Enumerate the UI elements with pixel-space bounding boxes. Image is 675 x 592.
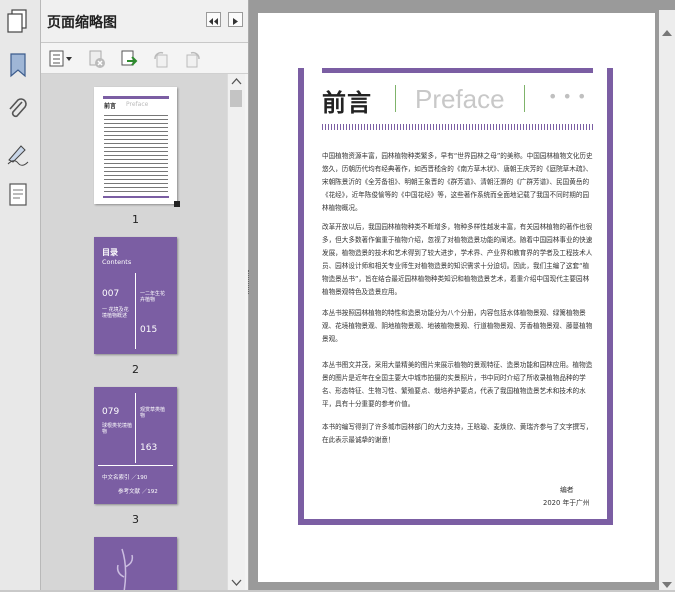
thumb2-item-2-text: 一二年生花卉植物 bbox=[140, 291, 166, 303]
insert-page-icon[interactable] bbox=[119, 49, 139, 69]
page-thumbnail-1[interactable]: 前言 Preface bbox=[94, 87, 180, 207]
preface-paragraph-5: 本书的编写得到了许多城市园林部门的大力支持，王晗璇、麦焕欣、黄瑞齐参与了文字撰写… bbox=[322, 423, 593, 445]
document-scrollbar[interactable] bbox=[659, 10, 675, 590]
thumb2-divider bbox=[135, 273, 136, 349]
signature-icon[interactable] bbox=[6, 140, 30, 166]
thumb1-top-bar bbox=[103, 96, 169, 99]
thumbnail-scroll-thumb[interactable] bbox=[230, 90, 242, 107]
thumb2-item-1-text: 一 花境及花境植物概述 bbox=[102, 307, 129, 319]
thumb3-divider bbox=[135, 393, 136, 463]
title-divider-1 bbox=[395, 85, 396, 112]
scroll-down-icon[interactable] bbox=[228, 576, 245, 588]
preface-date: 2020 年于广州 bbox=[543, 499, 590, 507]
thumb3-footer-2: 参考文献 ／192 bbox=[118, 489, 158, 495]
thumb1-bottom-bar bbox=[103, 196, 169, 198]
pages-icon[interactable] bbox=[6, 8, 30, 33]
bookmark-icon[interactable] bbox=[6, 52, 30, 78]
navigation-pane-bar bbox=[0, 0, 41, 590]
title-divider-2 bbox=[524, 85, 525, 112]
page-right-border bbox=[607, 68, 613, 525]
preface-paragraph-4: 本丛书图文并茂，采用大量精美的图片来展示植物的景观特征、造景功能和园林应用。植物… bbox=[322, 361, 593, 409]
thumb4-plant-illustration bbox=[116, 548, 134, 590]
page-thumbnail-3[interactable]: 079 球根类花境植物 观赏草类植物 163 中文名索引 ／190 参考文献 ／… bbox=[94, 387, 177, 504]
doc-title-en: Preface bbox=[415, 84, 505, 114]
expand-panel-icon[interactable] bbox=[228, 12, 243, 27]
thumbnail-label-2: 2 bbox=[132, 363, 139, 376]
thumb3-rule bbox=[98, 465, 173, 466]
options-menu-icon[interactable] bbox=[49, 49, 73, 69]
thumb1-text-lines bbox=[104, 113, 168, 193]
panel-header: 页面缩略图 bbox=[41, 0, 248, 43]
page-thumbnails-panel: 页面缩略图 前言 Preface 1 目录 Contents 007 一 花境及… bbox=[41, 0, 249, 590]
page-thumbnail-2[interactable]: 目录 Contents 007 一 花境及花境植物概述 一二年生花卉植物 015 bbox=[94, 237, 177, 354]
page-thumbnail-4[interactable] bbox=[94, 537, 177, 590]
page-left-border bbox=[298, 68, 304, 525]
thumb3-item-2-text: 观赏草类植物 bbox=[140, 407, 166, 419]
thumb3-item-2-num: 163 bbox=[140, 443, 158, 453]
thumb3-footer-1: 中文名索引 ／190 bbox=[102, 475, 148, 481]
scroll-up-icon[interactable] bbox=[228, 76, 245, 88]
thumbnail-list: 前言 Preface 1 目录 Contents 007 一 花境及花境植物概述… bbox=[41, 74, 229, 590]
attachment-icon[interactable] bbox=[6, 96, 30, 120]
page-bottom-bar bbox=[298, 519, 613, 525]
thumb2-heading-en: Contents bbox=[102, 258, 132, 266]
thumb1-marker bbox=[174, 201, 180, 207]
doc-scroll-up-icon[interactable] bbox=[659, 26, 675, 40]
preface-paragraph-2: 改革开放以后，我国园林植物种类不断增多，物种多样性越发丰富，有关园林植物的著作也… bbox=[322, 223, 593, 297]
delete-page-icon[interactable] bbox=[87, 49, 107, 69]
thumbnail-scrollbar[interactable] bbox=[227, 74, 245, 590]
document-properties-icon[interactable] bbox=[6, 182, 30, 206]
thumbnail-toolbar bbox=[41, 43, 248, 74]
thumb2-item-1-num: 007 bbox=[102, 289, 120, 299]
thumb2-heading: 目录 bbox=[102, 248, 118, 257]
thumb3-item-1-text: 球根类花境植物 bbox=[102, 423, 133, 435]
doc-dots: • • • bbox=[548, 87, 587, 106]
preface-signature: 编者 bbox=[560, 486, 574, 494]
page-top-bar bbox=[322, 68, 593, 73]
rotate-ccw-icon[interactable] bbox=[151, 49, 171, 69]
doc-title-cn: 前言 bbox=[322, 89, 372, 117]
decorative-hatch-band bbox=[322, 124, 593, 130]
preface-paragraph-1: 中国植物资源丰富，园林植物种类繁多，早有“世界园林之母”的美称。中国园林植物文化… bbox=[322, 152, 593, 213]
thumbnail-label-1: 1 bbox=[132, 213, 139, 226]
panel-title: 页面缩略图 bbox=[47, 15, 117, 31]
document-view: 前言 Preface • • • 中国植物资源丰富，园林植物种类繁多，早有“世界… bbox=[249, 0, 675, 590]
document-page: 前言 Preface • • • 中国植物资源丰富，园林植物种类繁多，早有“世界… bbox=[258, 13, 655, 582]
thumb3-item-1-num: 079 bbox=[102, 407, 120, 417]
thumb1-title-cn: 前言 bbox=[104, 103, 117, 110]
preface-paragraph-3: 本丛书按照园林植物的特性和造景功能分为八个分册，内容包括水体植物景观、绿篱植物景… bbox=[322, 309, 593, 344]
thumb1-title-en: Preface bbox=[126, 101, 149, 108]
collapse-panel-icon[interactable] bbox=[206, 12, 221, 27]
rotate-cw-icon[interactable] bbox=[183, 49, 203, 69]
thumbnail-label-3: 3 bbox=[132, 513, 139, 526]
thumb2-item-2-num: 015 bbox=[140, 325, 158, 335]
